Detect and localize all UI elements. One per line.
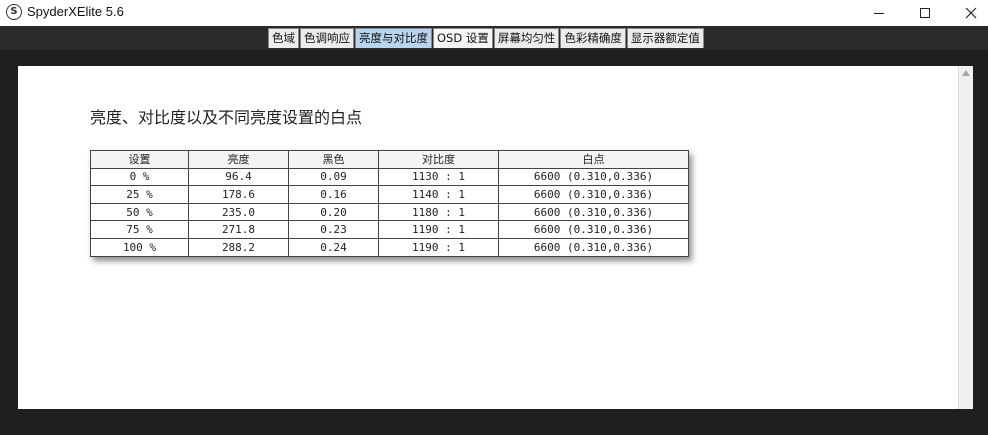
table-cell: 1130 : 1 xyxy=(378,167,499,187)
results-table-wrapper: 设置 亮度 黑色 对比度 白点 0 % 96.4 0.09 1130 : 1 6… xyxy=(90,150,689,257)
table-cell: 0 % xyxy=(90,167,189,187)
table-cell: 271.8 xyxy=(188,220,289,239)
table-cell: 0.23 xyxy=(288,220,379,239)
table-cell: 6600 (0.310,0.336) xyxy=(498,220,689,239)
tab-color-accuracy[interactable]: 色彩精确度 xyxy=(560,28,626,48)
results-table: 设置 亮度 黑色 对比度 白点 0 % 96.4 0.09 1130 : 1 6… xyxy=(90,150,689,257)
report-tabs: 色域 色调响应 亮度与对比度 OSD 设置 屏幕均匀性 色彩精确度 显示器额定值 xyxy=(268,28,705,48)
app-logo-icon: S xyxy=(6,4,22,20)
vertical-scrollbar[interactable] xyxy=(958,66,973,409)
minimize-icon xyxy=(874,12,884,14)
column-header: 亮度 xyxy=(188,150,289,169)
report-panel: 亮度、对比度以及不同亮度设置的白点 设置 亮度 黑色 对比度 白点 0 % 96… xyxy=(18,66,958,409)
table-cell: 6600 (0.310,0.336) xyxy=(498,237,689,257)
table-cell: 0.16 xyxy=(288,185,379,204)
table-cell: 178.6 xyxy=(188,185,289,204)
column-header: 设置 xyxy=(90,150,189,169)
column-header: 黑色 xyxy=(288,150,379,169)
tab-display-rating[interactable]: 显示器额定值 xyxy=(626,28,704,48)
minimize-button[interactable] xyxy=(856,0,902,26)
table-cell: 96.4 xyxy=(188,167,289,187)
window-title: SpyderXElite 5.6 xyxy=(27,4,124,19)
maximize-button[interactable] xyxy=(902,0,948,26)
table-cell: 0.09 xyxy=(288,167,379,187)
tab-brightness-contrast[interactable]: 亮度与对比度 xyxy=(355,28,432,48)
table-header-row: 设置 亮度 黑色 对比度 白点 xyxy=(90,150,689,169)
table-row: 25 % 178.6 0.16 1140 : 1 6600 (0.310,0.3… xyxy=(90,185,689,204)
table-cell: 288.2 xyxy=(188,237,289,257)
tab-gamut[interactable]: 色域 xyxy=(268,28,299,48)
table-cell: 1140 : 1 xyxy=(378,185,499,204)
scroll-up-arrow-icon[interactable] xyxy=(962,70,970,76)
table-row: 0 % 96.4 0.09 1130 : 1 6600 (0.310,0.336… xyxy=(90,167,689,187)
table-cell: 1190 : 1 xyxy=(378,220,499,239)
column-header: 白点 xyxy=(498,150,689,169)
table-cell: 25 % xyxy=(90,185,189,204)
close-button[interactable] xyxy=(948,0,988,26)
table-cell: 100 % xyxy=(90,237,189,257)
report-title: 亮度、对比度以及不同亮度设置的白点 xyxy=(90,108,363,127)
maximize-icon xyxy=(920,8,930,18)
table-cell: 6600 (0.310,0.336) xyxy=(498,185,689,204)
table-row: 75 % 271.8 0.23 1190 : 1 6600 (0.310,0.3… xyxy=(90,220,689,239)
table-cell: 6600 (0.310,0.336) xyxy=(498,167,689,187)
table-cell: 50 % xyxy=(90,202,189,222)
table-row: 50 % 235.0 0.20 1180 : 1 6600 (0.310,0.3… xyxy=(90,202,689,222)
close-icon xyxy=(965,7,977,19)
table-cell: 235.0 xyxy=(188,202,289,222)
table-cell: 1180 : 1 xyxy=(378,202,499,222)
tab-screen-uniformity[interactable]: 屏幕均匀性 xyxy=(493,28,560,48)
table-row: 100 % 288.2 0.24 1190 : 1 6600 (0.310,0.… xyxy=(90,237,689,257)
tab-osd-settings[interactable]: OSD 设置 xyxy=(433,28,493,48)
column-header: 对比度 xyxy=(378,150,499,169)
tab-bar: 色域 色调响应 亮度与对比度 OSD 设置 屏幕均匀性 色彩精确度 显示器额定值 xyxy=(0,26,988,50)
table-cell: 6600 (0.310,0.336) xyxy=(498,202,689,222)
tab-tone-response[interactable]: 色调响应 xyxy=(300,28,354,48)
table-cell: 75 % xyxy=(90,220,189,239)
table-cell: 0.20 xyxy=(288,202,379,222)
table-cell: 1190 : 1 xyxy=(378,237,499,257)
title-bar: S SpyderXElite 5.6 xyxy=(0,0,988,26)
table-cell: 0.24 xyxy=(288,237,379,257)
